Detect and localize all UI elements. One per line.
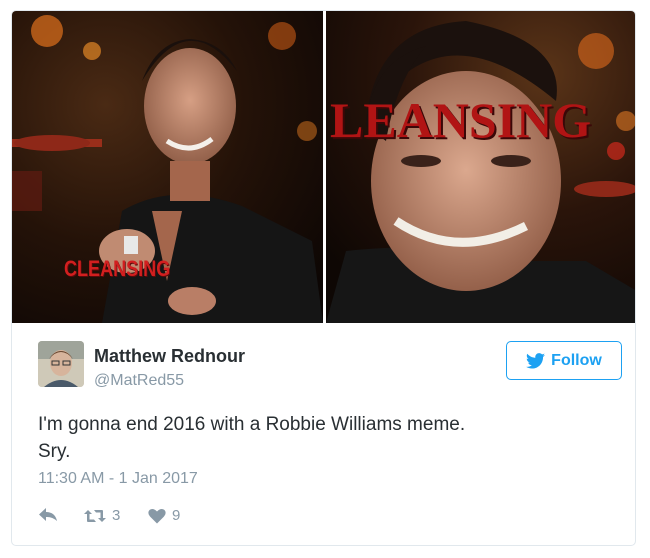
meme-caption-right: LEANSING xyxy=(330,92,592,148)
tweet-card: CLEANSING LEANSING Matthew Rednour @MatR… xyxy=(11,10,636,546)
twitter-bird-icon xyxy=(526,352,546,369)
retweet-button[interactable]: 3 xyxy=(84,507,120,524)
retweet-count: 3 xyxy=(112,507,121,524)
author-handle[interactable]: @MatRed55 xyxy=(94,372,184,390)
tweet-text-line: I'm gonna end 2016 with a Robbie William… xyxy=(38,414,466,435)
tweet-timestamp[interactable]: 11:30 AM - 1 Jan 2017 xyxy=(38,470,198,488)
media-photo-left[interactable]: CLEANSING xyxy=(12,11,323,323)
reply-button[interactable] xyxy=(38,507,58,523)
follow-button-label: Follow xyxy=(551,351,602,369)
like-button[interactable]: 9 xyxy=(148,507,180,524)
like-count: 9 xyxy=(172,507,181,524)
tweet-actions: 3 9 xyxy=(38,507,338,529)
retweet-icon xyxy=(84,509,106,522)
tweet-media: CLEANSING LEANSING xyxy=(12,11,635,323)
heart-icon xyxy=(148,508,166,523)
meme-caption-left: CLEANSING xyxy=(64,256,171,281)
author-display-name[interactable]: Matthew Rednour xyxy=(94,346,245,367)
media-photo-right[interactable]: LEANSING xyxy=(326,11,635,323)
meme-photo-right-image xyxy=(326,11,635,323)
tweet-text: I'm gonna end 2016 with a Robbie William… xyxy=(38,411,613,465)
tweet-author: Matthew Rednour @MatRed55 Follow xyxy=(38,341,622,401)
avatar[interactable] xyxy=(38,341,84,387)
reply-icon xyxy=(39,508,57,521)
avatar-image xyxy=(38,341,84,387)
follow-button[interactable]: Follow xyxy=(506,341,622,380)
tweet-text-line: Sry. xyxy=(38,441,71,462)
